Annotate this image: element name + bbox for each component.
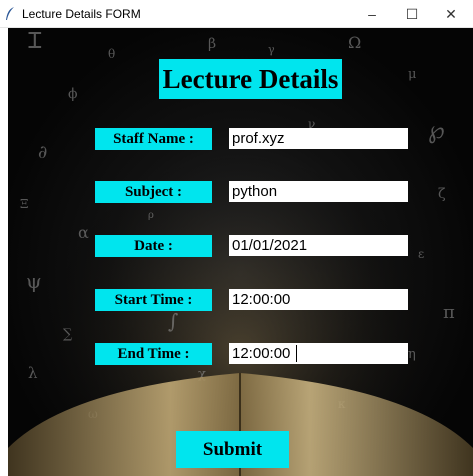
svg-text:μ: μ	[408, 67, 416, 82]
date-field[interactable]	[229, 235, 408, 256]
date-label: Date :	[95, 235, 212, 257]
start-time-label: Start Time :	[95, 289, 212, 311]
svg-text:θ: θ	[108, 47, 115, 61]
svg-text:∂: ∂	[38, 142, 47, 163]
svg-text:ε: ε	[418, 247, 424, 261]
svg-text:α: α	[78, 223, 89, 242]
form-canvas: Ꮖ ϕ ∂ Ξ α ψ ∑ λ θ β γ Ω μ ℘ ζ ε π η δ ν …	[8, 28, 473, 476]
svg-text:λ: λ	[28, 364, 38, 382]
svg-text:ζ: ζ	[438, 186, 446, 202]
svg-text:η: η	[408, 347, 416, 362]
staff-name-label: Staff Name :	[95, 128, 212, 150]
svg-text:ϕ: ϕ	[68, 86, 78, 102]
svg-text:γ: γ	[268, 43, 275, 56]
end-time-field[interactable]	[229, 343, 408, 364]
svg-text:ψ: ψ	[26, 269, 42, 293]
svg-text:β: β	[208, 36, 216, 52]
svg-text:Ω: Ω	[348, 33, 361, 52]
start-time-field[interactable]	[229, 289, 408, 310]
window-title: Lecture Details FORM	[22, 7, 141, 21]
svg-text:Ξ: Ξ	[20, 197, 28, 211]
subject-label: Subject :	[95, 181, 212, 203]
svg-text:∑: ∑	[63, 327, 73, 342]
feather-icon	[6, 7, 14, 20]
maximize-icon[interactable]: ☐	[397, 4, 427, 24]
end-time-label: End Time :	[95, 343, 212, 365]
svg-text:∫: ∫	[168, 309, 178, 333]
text-caret	[296, 345, 297, 362]
svg-text:℘: ℘	[428, 116, 445, 144]
svg-text:π: π	[443, 302, 455, 323]
submit-button[interactable]: Submit	[176, 431, 289, 468]
window-titlebar: Lecture Details FORM – ☐ ✕	[0, 0, 473, 28]
subject-field[interactable]	[229, 181, 408, 202]
minimize-icon[interactable]: –	[357, 4, 387, 24]
close-icon[interactable]: ✕	[436, 4, 466, 24]
svg-text:ρ: ρ	[148, 210, 154, 221]
svg-text:Ꮖ: Ꮖ	[28, 29, 42, 54]
page-title: Lecture Details	[159, 59, 342, 99]
staff-name-field[interactable]	[229, 128, 408, 149]
